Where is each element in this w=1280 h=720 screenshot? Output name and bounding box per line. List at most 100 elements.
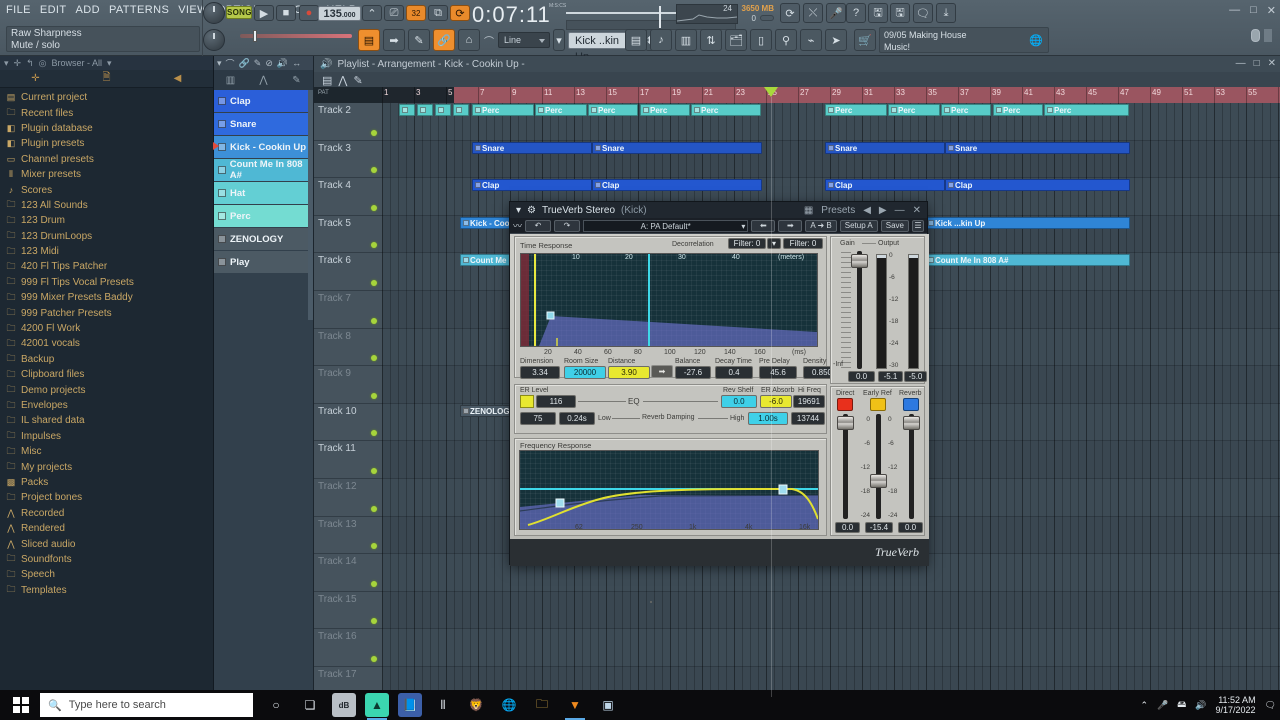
param-value-balance[interactable]: -27.6 xyxy=(675,366,711,379)
plugin-preset-dropdown-icon[interactable]: ▾ xyxy=(741,221,745,232)
menu-item-edit[interactable]: EDIT xyxy=(40,4,67,16)
clip-handle[interactable] xyxy=(943,107,950,113)
playlist-clip[interactable]: Perc xyxy=(640,104,690,116)
plugin-minimize-icon[interactable]: — xyxy=(895,205,905,216)
track-lane-15[interactable] xyxy=(382,591,1280,630)
clip-handle[interactable] xyxy=(947,144,954,151)
playlist-clip[interactable]: Perc xyxy=(588,104,638,116)
playlist-clip[interactable]: Clap xyxy=(825,179,945,192)
param-value-dimension[interactable]: 3.34 xyxy=(520,366,560,379)
playlist-clip-block[interactable] xyxy=(453,104,469,116)
track-header-13[interactable]: Track 13 xyxy=(314,516,382,555)
browser-item-plugin-database[interactable]: ◧ Plugin database xyxy=(0,121,213,136)
slip-tool-button[interactable]: 🔗 xyxy=(433,29,455,51)
playlist-clip[interactable]: Count Me In 808 A# xyxy=(925,254,1130,267)
playlist-clip[interactable]: Snare xyxy=(825,141,945,154)
browser-item-rendered[interactable]: ⋀ Rendered xyxy=(0,521,213,536)
globe-icon[interactable]: 🌐 xyxy=(1029,35,1043,47)
pattern-item-snare[interactable]: Snare xyxy=(214,113,313,135)
clip-handle[interactable] xyxy=(401,107,408,113)
notification-icon[interactable]: 🗨 xyxy=(1265,700,1276,711)
link-params-button[interactable] xyxy=(650,601,652,603)
plugin-setup-button[interactable]: Setup A xyxy=(839,219,878,232)
browser-item-backup[interactable]: 🗀 Backup xyxy=(0,352,213,367)
play-button[interactable]: ▶ xyxy=(254,5,274,21)
pattern-item-play[interactable]: Play xyxy=(214,251,313,273)
direct-value[interactable]: 0.0 xyxy=(835,522,860,533)
window-controls[interactable]: — □ ✕ xyxy=(1229,4,1276,17)
browser-back-icon[interactable]: ↰ xyxy=(26,58,34,69)
automation-button[interactable]: ⌁ xyxy=(800,29,822,51)
plugin-next-preset-button[interactable]: ➡ xyxy=(778,219,803,232)
track-enable-led[interactable] xyxy=(371,543,377,550)
browser-item-123-drum[interactable]: 🗀 123 Drum xyxy=(0,213,213,228)
pattern-item-hat[interactable]: Hat xyxy=(214,182,313,204)
track-header-12[interactable]: Track 12 xyxy=(314,479,382,517)
reverb-led[interactable] xyxy=(903,398,919,411)
move-tool-button[interactable]: ➡ xyxy=(383,29,405,51)
browser-item-packs[interactable]: ▩ Packs xyxy=(0,475,213,490)
plugin-ab-button[interactable]: A ➜ B xyxy=(805,219,837,232)
track-enable-led[interactable] xyxy=(371,655,377,662)
rev-shelf-value[interactable]: 0.0 xyxy=(721,395,757,408)
clip-handle[interactable] xyxy=(927,219,934,226)
browser-tab-files[interactable]: 🗎 xyxy=(71,70,142,87)
track-enable-led[interactable] xyxy=(371,580,377,587)
clip-handle[interactable] xyxy=(474,144,481,151)
clip-handle[interactable] xyxy=(995,107,1002,113)
plugin-undo-button[interactable]: ↶ xyxy=(525,219,552,232)
close-button[interactable]: ✕ xyxy=(1267,4,1276,17)
browser-item-4200-fl-work[interactable]: 🗀 4200 Fl Work xyxy=(0,321,213,336)
mixer-icon[interactable]: ⦀ xyxy=(431,693,455,717)
playlist-clip[interactable]: Perc xyxy=(691,104,761,116)
browser-item-999-mixer-presets-baddy[interactable]: 🗀 999 Mixer Presets Baddy xyxy=(0,290,213,305)
frequency-response-graph[interactable] xyxy=(519,450,819,530)
track-enable-led[interactable] xyxy=(371,317,377,324)
browser-item-templates[interactable]: 🗀 Templates xyxy=(0,583,213,598)
pattern-mode-button[interactable]: ⌃ xyxy=(362,5,382,21)
browser-tab-packs[interactable]: ◀ xyxy=(142,70,213,87)
playlist-clip[interactable]: Snare xyxy=(945,141,1130,154)
browser-item-speech[interactable]: 🗀 Speech xyxy=(0,567,213,582)
track-header-6[interactable]: Track 6 xyxy=(314,253,382,291)
save-button[interactable]: 🖫 xyxy=(868,3,888,23)
browser-item-sliced-audio[interactable]: ⋀ Sliced audio xyxy=(0,536,213,551)
playlist-menu-icon[interactable]: ▤ xyxy=(322,74,332,87)
browser-item-demo-projects[interactable]: 🗀 Demo projects xyxy=(0,382,213,397)
pattern-scrollbar[interactable] xyxy=(308,90,313,320)
song-mode-button[interactable]: SONG xyxy=(226,6,252,19)
menu-item-add[interactable]: ADD xyxy=(76,4,100,16)
maximize-button[interactable]: □ xyxy=(1250,4,1257,17)
browser-item-mixer-presets[interactable]: ⦀ Mixer presets xyxy=(0,167,213,182)
gain-value[interactable]: 0.0 xyxy=(848,371,875,382)
save-as-button[interactable]: 🖫 xyxy=(890,3,910,23)
shuffle-button[interactable]: ⤬ xyxy=(803,3,823,23)
stop-button[interactable]: ■ xyxy=(276,5,296,21)
piano-roll-button[interactable]: ♪ xyxy=(650,29,672,51)
browser-item-plugin-presets[interactable]: ◧ Plugin presets xyxy=(0,136,213,151)
browser-item-123-drumloops[interactable]: 🗀 123 DrumLoops xyxy=(0,229,213,244)
refresh-button[interactable]: ⟳ xyxy=(780,3,800,23)
browser-item-scores[interactable]: ♪ Scores xyxy=(0,182,213,197)
decorrelation-filter-a[interactable]: Filter: 0 xyxy=(728,238,766,249)
draw-tool-button[interactable]: ✎ xyxy=(408,29,430,51)
param-value-room-size[interactable]: 20000 xyxy=(564,366,606,379)
master-pitch-knob[interactable] xyxy=(203,2,225,24)
output-right-value[interactable]: -5.0 xyxy=(904,371,927,382)
master-volume-knob[interactable] xyxy=(203,29,225,51)
clip-handle[interactable] xyxy=(642,107,649,113)
mixer-button[interactable]: ⇅ xyxy=(700,29,722,51)
explorer-icon[interactable]: 🗀 xyxy=(530,693,554,717)
playlist-clip[interactable]: Clap xyxy=(945,179,1130,192)
pattern-select-square[interactable] xyxy=(218,166,226,174)
reverb-value[interactable]: 0.0 xyxy=(898,522,923,533)
comment-button[interactable]: 🗨 xyxy=(913,3,933,23)
track-enable-led[interactable] xyxy=(371,129,377,136)
edge-icon[interactable]: 🌐 xyxy=(497,693,521,717)
clip-handle[interactable] xyxy=(594,144,601,151)
track-enable-led[interactable] xyxy=(371,279,377,286)
pattern-tab-tools[interactable]: ✎ xyxy=(280,70,313,90)
track-header-11[interactable]: Track 11 xyxy=(314,441,382,479)
track-enable-led[interactable] xyxy=(371,355,377,362)
brave-icon[interactable]: 🦁 xyxy=(464,693,488,717)
